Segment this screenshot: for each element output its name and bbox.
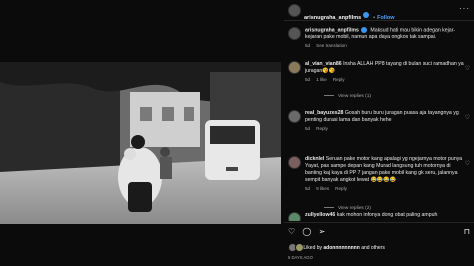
reply-button[interactable]: Reply [335, 186, 347, 191]
comment-likes[interactable]: 9 likes [316, 186, 329, 191]
comment-avatar[interactable] [288, 61, 301, 74]
photo-scene [0, 62, 281, 224]
verified-icon [360, 27, 367, 33]
divider [284, 20, 474, 21]
caption-age: 5d [305, 43, 311, 49]
comment-age: 5d [305, 186, 311, 191]
comment-likes[interactable]: 1 like [316, 77, 327, 82]
post-date: 5 DAYS AGO [288, 255, 313, 260]
post-actions: ♡ ◯ ➢ [288, 227, 330, 236]
bookmark-icon[interactable]: ⊓ [464, 227, 470, 236]
verified-icon [363, 11, 370, 18]
reply-button[interactable]: Reply [316, 126, 328, 131]
comment-avatar[interactable] [288, 110, 301, 123]
comment-avatar[interactable] [288, 156, 301, 169]
likes-summary: Liked by adonnnnnnnnn and others [288, 243, 385, 252]
comment: zullyellow46 kak mohon infonya dong obat… [288, 212, 470, 221]
heart-icon[interactable]: ♡ [465, 160, 470, 167]
comment-username[interactable]: al_vian_vian86 [305, 61, 342, 67]
heart-icon[interactable]: ♡ [465, 114, 470, 121]
see-translation-link[interactable]: See translation [316, 43, 347, 48]
caption-avatar[interactable] [288, 27, 301, 40]
heart-icon[interactable]: ♡ [288, 227, 295, 236]
post-photo[interactable] [0, 62, 281, 224]
comment-age: 5d [305, 126, 311, 131]
liker-username[interactable]: adonnnnnnnnn [323, 245, 359, 251]
comment-text: Seruan pake motor kang apalagi yg ngejar… [305, 156, 463, 183]
comment-age: 5d [305, 77, 311, 82]
comment-avatar[interactable] [288, 212, 301, 221]
comment-username[interactable]: real_bayuzes28 [305, 110, 343, 116]
author-avatar[interactable] [288, 4, 301, 17]
view-replies-button[interactable]: View replies (2) [324, 206, 371, 211]
post-sidebar: arisnugraha_anpfilms • Follow ··· arisnugr… [284, 0, 474, 266]
comment-icon[interactable]: ◯ [302, 227, 311, 236]
comment-username[interactable]: dicknlel [305, 156, 324, 162]
view-replies-button[interactable]: View replies (1) [324, 94, 371, 99]
reply-button[interactable]: Reply [333, 77, 345, 82]
more-icon[interactable]: ··· [459, 4, 470, 13]
comment-username[interactable]: zullyellow46 [305, 212, 335, 218]
caption-username[interactable]: arisnugraha_anpfilms [305, 27, 359, 33]
post-header: arisnugraha_anpfilms • Follow ··· [284, 0, 474, 21]
heart-icon[interactable]: ♡ [465, 65, 470, 72]
divider [284, 222, 474, 223]
share-icon[interactable]: ➢ [319, 227, 326, 236]
comment-text: kak mohon infonya dong obat paling ampuh [336, 212, 438, 218]
